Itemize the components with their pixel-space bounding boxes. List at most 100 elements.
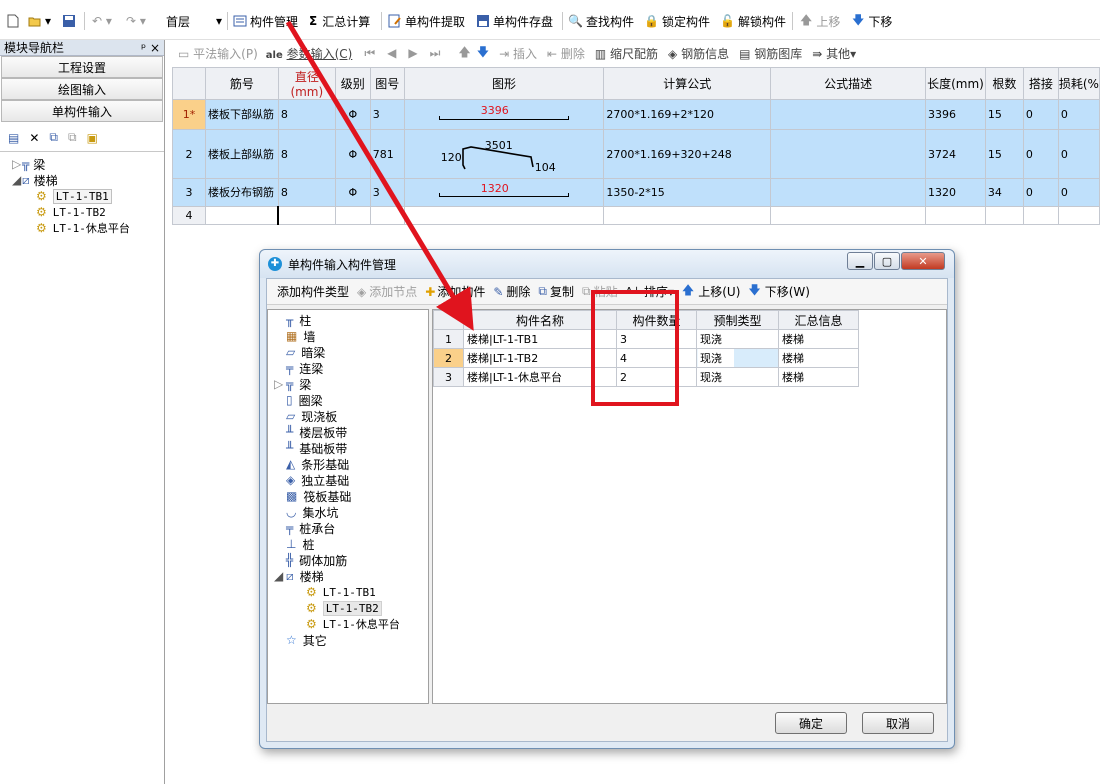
pin-close-icon[interactable]: ᵖ × xyxy=(141,41,160,55)
cell-loss[interactable]: 0 xyxy=(1057,99,1100,130)
empty-cell[interactable] xyxy=(1022,206,1059,225)
cell-grade[interactable]: Φ xyxy=(334,99,371,130)
copy-icon[interactable]: ⧉ xyxy=(49,130,58,145)
cell-formula[interactable]: 2700*1.169+2*120 xyxy=(603,99,772,130)
unlock-component-button[interactable]: 🔓 解锁构件 xyxy=(720,12,786,30)
cell-shape[interactable]: 1320 xyxy=(403,178,605,207)
cell-length[interactable]: 3396 xyxy=(924,99,986,130)
move-down-button[interactable]: 🡇 下移 xyxy=(852,12,892,30)
dialog-copy-button[interactable]: ⧉ 复制 xyxy=(538,283,574,300)
empty-cell[interactable] xyxy=(403,206,605,225)
empty-cell[interactable] xyxy=(334,206,371,225)
scale-rebar-button[interactable]: ▥ 缩尺配筋 xyxy=(595,45,658,62)
col-grade[interactable]: 级别 xyxy=(334,67,371,100)
col-rebar-no[interactable]: 筋号 xyxy=(204,67,279,100)
tree-node-foundation-strip[interactable]: ╨ 基础板带 xyxy=(286,440,428,456)
cell-desc[interactable] xyxy=(770,129,926,179)
tree-node-sump[interactable]: ◡ 集水坑 xyxy=(286,504,428,520)
flat-input-button[interactable]: ▭ 平法输入(P) xyxy=(178,45,258,62)
cell-lap[interactable]: 0 xyxy=(1022,129,1059,179)
cell-fig-no[interactable]: 3 xyxy=(369,178,405,207)
tree-node-floor-strip[interactable]: ╨ 楼层板带 xyxy=(286,424,428,440)
tree-node-coupling-beam[interactable]: ╤ 连梁 xyxy=(286,360,428,376)
cell-fig-no[interactable]: 3 xyxy=(369,99,405,130)
cell-formula[interactable]: 2700*1.169+320+248 xyxy=(603,129,772,179)
paste-icon[interactable]: ⧉ xyxy=(68,130,77,145)
other-menu-button[interactable]: ⇛ 其他▾ xyxy=(812,45,856,62)
cell-diameter[interactable]: 8 xyxy=(277,129,336,179)
tree-node-stairs[interactable]: ◢ ⧄ 楼梯 xyxy=(12,172,164,188)
tree-node-beam[interactable]: ▷ ╦ 梁 xyxy=(274,376,428,392)
cell-rebar-name[interactable]: 楼板上部纵筋 xyxy=(204,129,279,179)
tree-node-stairs[interactable]: ◢ ⧄ 楼梯 xyxy=(274,568,428,584)
tree-node-other[interactable]: ☆ 其它 xyxy=(286,632,428,648)
tree-node-masonry-rebar[interactable]: ╬ 砌体加筋 xyxy=(286,552,428,568)
delete-row-button[interactable]: ⇤ 删除 xyxy=(547,45,585,62)
cell-lap[interactable]: 0 xyxy=(1022,99,1059,130)
col-formula[interactable]: 计算公式 xyxy=(603,67,772,100)
cell-summary-info[interactable]: 楼梯 xyxy=(778,367,859,387)
empty-cell[interactable] xyxy=(603,206,772,225)
cell-fig-no[interactable]: 781 xyxy=(369,129,405,179)
row-down-icon[interactable]: 🡇 xyxy=(477,43,489,64)
cell-count[interactable]: 15 xyxy=(984,99,1024,130)
cell-rebar-name[interactable]: 楼板分布钢筋 xyxy=(204,178,279,207)
empty-cell[interactable] xyxy=(924,206,986,225)
tree-node-raft-foundation[interactable]: ▩ 筏板基础 xyxy=(286,488,428,504)
add-node-button[interactable]: ◈ 添加节点 xyxy=(357,283,417,300)
empty-cell[interactable] xyxy=(770,206,926,225)
tree-node-beam[interactable]: ▷ ╦ 梁 xyxy=(12,156,164,172)
cell-rebar-name[interactable]: 楼板下部纵筋 xyxy=(204,99,279,130)
tree-node-hidden-beam[interactable]: ▱ 暗梁 xyxy=(286,344,428,360)
col-lap[interactable]: 搭接 xyxy=(1022,67,1059,100)
cell-diameter[interactable]: 8 xyxy=(277,99,336,130)
tree-node-pile-cap[interactable]: ╤ 桩承台 xyxy=(286,520,428,536)
cell-desc[interactable] xyxy=(770,99,926,130)
save-component-button[interactable]: 单构件存盘 xyxy=(476,12,553,30)
row-up-icon[interactable]: 🡅 xyxy=(458,43,470,64)
open-folder-icon[interactable]: ▾ xyxy=(28,12,51,30)
nav-project-settings[interactable]: 工程设置 xyxy=(1,56,163,78)
add-type-button[interactable]: 添加构件类型 xyxy=(277,283,349,300)
summary-calc-button[interactable]: Σ 汇总计算 xyxy=(309,12,370,30)
col-count[interactable]: 根数 xyxy=(984,67,1024,100)
tree-node-ring-beam[interactable]: ▯ 圈梁 xyxy=(286,392,428,408)
nav-drawing-input[interactable]: 绘图输入 xyxy=(1,78,163,100)
rebar-info-button[interactable]: ◈ 钢筋信息 xyxy=(668,45,729,62)
extract-component-button[interactable]: 单构件提取 xyxy=(388,12,465,30)
tree-node-tb2[interactable]: ⚙ LT-1-TB2 xyxy=(286,600,428,616)
cell-length[interactable]: 1320 xyxy=(924,178,986,207)
nav-single-component-input[interactable]: 单构件输入 xyxy=(1,100,163,122)
delete-icon[interactable]: ✕ xyxy=(29,131,39,145)
floor-select[interactable]: 首层 ▾ xyxy=(166,12,222,30)
undo-icon[interactable]: ↶ ▾ xyxy=(92,12,112,30)
ok-button[interactable]: 确定 xyxy=(775,712,847,734)
cell-diameter[interactable]: 8 xyxy=(277,178,336,207)
table-row[interactable]: 2 楼板上部纵筋 8 Φ 781 120 3501 104 2700*1.169… xyxy=(172,129,1100,179)
tree-node-isolated-foundation[interactable]: ◈ 独立基础 xyxy=(286,472,428,488)
cell-prefab-type[interactable]: 现浇 xyxy=(696,329,779,349)
cell-count[interactable]: 34 xyxy=(984,178,1024,207)
col-formula-desc[interactable]: 公式描述 xyxy=(770,67,926,100)
col-fig-no[interactable]: 图号 xyxy=(369,67,405,100)
cell-shape[interactable]: 120 3501 104 xyxy=(403,129,605,179)
close-button[interactable]: ✕ xyxy=(901,252,945,270)
tree-node-strip-foundation[interactable]: ◭ 条形基础 xyxy=(286,456,428,472)
add-component-button[interactable]: ✚ 添加构件 xyxy=(425,283,485,300)
tree-node-column[interactable]: ╥ 柱 xyxy=(286,312,428,328)
cell-loss[interactable]: 0 xyxy=(1057,129,1100,179)
cell-prefab-type[interactable]: 现浇 xyxy=(696,348,779,368)
tree-node-tb1[interactable]: ⚙ LT-1-TB1 xyxy=(286,584,428,600)
tree-node-tb2[interactable]: ⚙ LT-1-TB2 xyxy=(12,204,164,220)
empty-cell[interactable] xyxy=(1057,206,1100,225)
cell-loss[interactable]: 0 xyxy=(1057,178,1100,207)
cell-formula[interactable]: 1350-2*15 xyxy=(603,178,772,207)
col-diameter[interactable]: 直径(mm) xyxy=(277,67,336,100)
table-row[interactable]: 4 xyxy=(172,206,1100,225)
tree-node-pile[interactable]: ⊥ 桩 xyxy=(286,536,428,552)
tree-node-wall[interactable]: ▦ 墙 xyxy=(286,328,428,344)
tree-node-landing[interactable]: ⚙ LT-1-休息平台 xyxy=(12,220,164,236)
rebar-library-button[interactable]: ▤ 钢筋图库 xyxy=(739,45,802,62)
param-input-button[interactable]: ale 参数输入(C) xyxy=(266,45,353,62)
tree-node-tb1[interactable]: ⚙ LT-1-TB1 xyxy=(12,188,164,204)
